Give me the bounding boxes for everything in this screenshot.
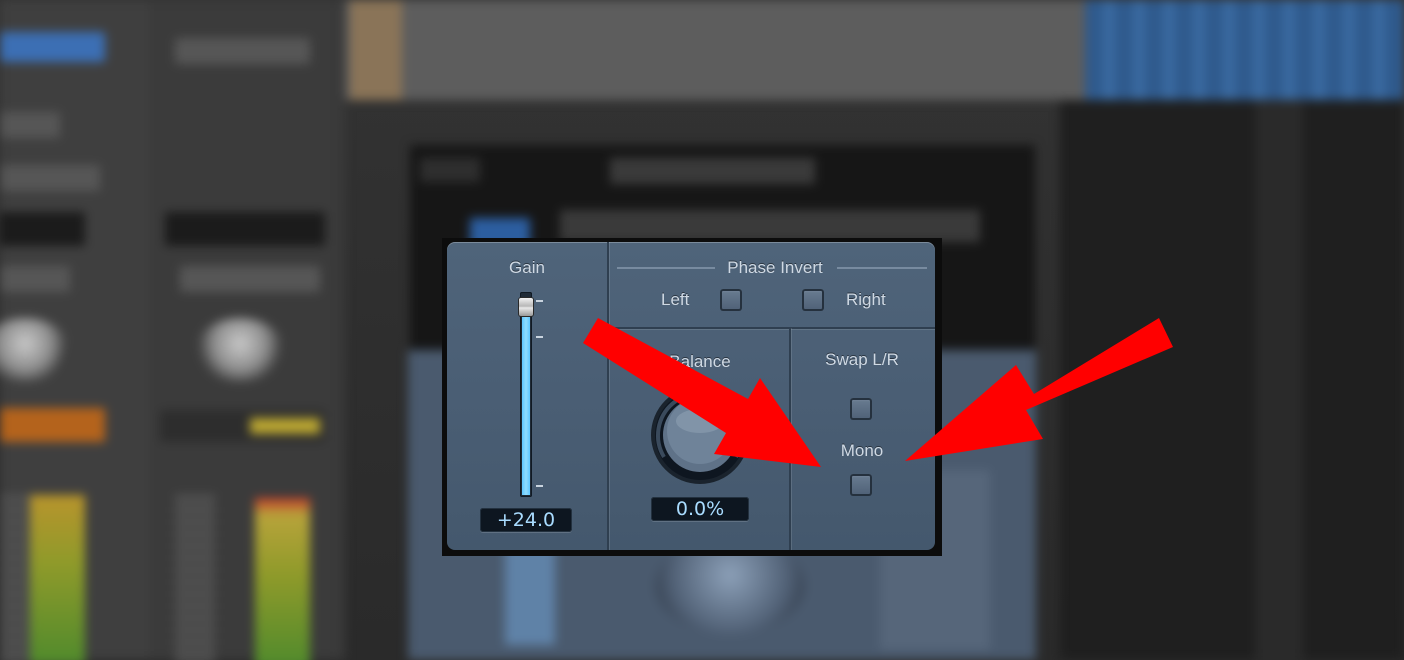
phase-right-label: Right xyxy=(846,290,886,309)
logic-pro-screen: Gain +24.0 Phase Invert Left Right Balan… xyxy=(0,0,1404,660)
window-title xyxy=(610,158,815,184)
gain-slider-fill xyxy=(522,300,530,495)
track-region xyxy=(350,0,402,100)
insert-slot xyxy=(0,212,85,246)
send-slot xyxy=(0,266,70,292)
channel-slot xyxy=(0,112,60,138)
gain-slider[interactable] xyxy=(519,292,533,497)
channel-slot xyxy=(0,165,100,191)
side-panel-strip xyxy=(1255,100,1303,660)
channel-slot xyxy=(175,38,310,64)
section-divider xyxy=(789,328,791,550)
group-line xyxy=(617,267,715,269)
channel-name-text xyxy=(250,418,320,434)
gain-scale-tick xyxy=(536,485,543,487)
channel-name-strip xyxy=(0,408,105,442)
mono-checkbox[interactable] xyxy=(850,474,872,496)
pan-knob xyxy=(195,318,285,382)
insert-slot xyxy=(165,212,325,246)
phase-left-label: Left xyxy=(661,290,690,309)
balance-label: Balance xyxy=(669,352,731,371)
swap-lr-label: Swap L/R xyxy=(825,350,899,369)
group-line xyxy=(837,267,927,269)
gain-scale-tick xyxy=(536,300,543,302)
phase-right-checkbox[interactable] xyxy=(802,289,824,311)
level-meter xyxy=(255,498,310,660)
window-controls xyxy=(420,158,480,182)
channel-setting-button xyxy=(0,32,105,62)
phase-invert-label: Phase Invert xyxy=(727,258,823,277)
swap-lr-checkbox[interactable] xyxy=(850,398,872,420)
gain-slider-handle[interactable] xyxy=(519,298,533,316)
gain-value-display[interactable]: +24.0 xyxy=(480,508,572,532)
balance-value-display[interactable]: 0.0% xyxy=(651,497,749,521)
tracks-area xyxy=(345,0,1105,100)
side-panel xyxy=(1060,100,1404,660)
section-divider xyxy=(607,242,609,550)
gain-scale-tick xyxy=(536,336,543,338)
gain-label: Gain xyxy=(509,258,545,277)
track-region xyxy=(1085,0,1404,100)
gain-plugin-panel: Gain +24.0 Phase Invert Left Right Balan… xyxy=(442,238,942,556)
balance-knob[interactable] xyxy=(650,385,750,485)
mono-label: Mono xyxy=(840,441,884,460)
phase-left-checkbox[interactable] xyxy=(720,289,742,311)
section-divider xyxy=(609,327,935,329)
fader-scale xyxy=(175,495,215,660)
plugin-face: Gain +24.0 Phase Invert Left Right Balan… xyxy=(447,242,935,550)
level-meter xyxy=(30,495,85,660)
send-slot xyxy=(180,266,320,292)
